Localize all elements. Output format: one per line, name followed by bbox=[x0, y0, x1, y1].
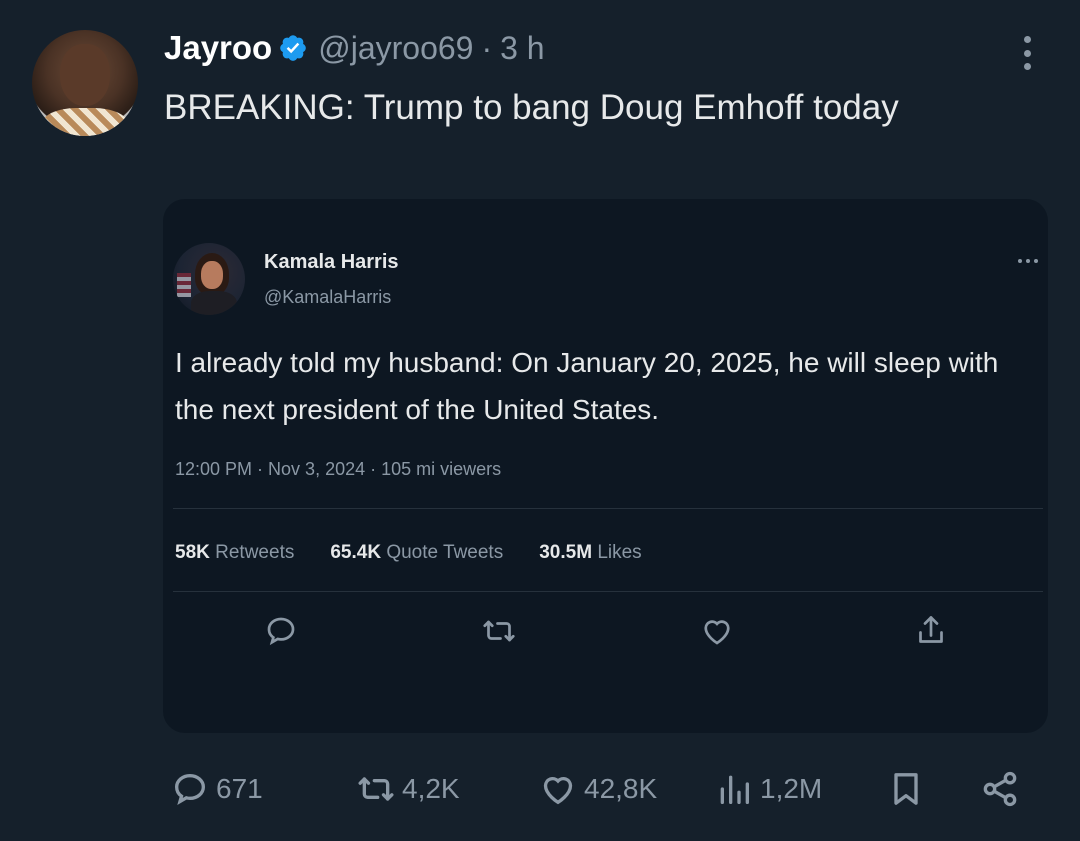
stat-value: 58K bbox=[175, 542, 210, 563]
more-dot bbox=[1026, 259, 1030, 263]
views-icon bbox=[720, 775, 749, 804]
repost-button[interactable]: 4,2K bbox=[356, 762, 460, 816]
more-dot bbox=[1034, 259, 1038, 263]
reply-count: 671 bbox=[216, 773, 263, 804]
reply-icon bbox=[267, 617, 295, 646]
quoted-avatar bbox=[173, 243, 245, 315]
avatar-face bbox=[201, 261, 223, 289]
stat-label: Retweets bbox=[215, 542, 295, 563]
more-options-icon[interactable] bbox=[1022, 36, 1032, 70]
flag-graphic bbox=[177, 273, 191, 297]
tweet-text: BREAKING: Trump to bang Doug Emhoff toda… bbox=[164, 88, 899, 127]
views-button[interactable]: 1,2M bbox=[714, 762, 822, 816]
share-icon bbox=[983, 771, 1017, 807]
reply-button[interactable]: 671 bbox=[170, 762, 263, 816]
divider bbox=[173, 591, 1043, 592]
quoted-meta: 12:00 PM · Nov 3, 2024 · 105 mi viewers bbox=[175, 459, 502, 479]
like-button[interactable]: 42,8K bbox=[538, 762, 657, 816]
repost-count: 4,2K bbox=[402, 773, 460, 804]
views-count: 1,2M bbox=[760, 773, 823, 804]
quoted-text: I already told my husband: On January 20… bbox=[175, 347, 999, 425]
stat-label: Likes bbox=[597, 542, 642, 563]
share-icon bbox=[919, 616, 943, 643]
tweet-actions: 671 4,2K 42,8K 1,2M bbox=[0, 762, 1080, 816]
quoted-stats: 58K Retweets 65.4K Quote Tweets 30.5M Li… bbox=[175, 542, 678, 564]
stat-label: Quote Tweets bbox=[386, 542, 504, 563]
tweet-timestamp[interactable]: 3 h bbox=[500, 30, 544, 67]
stat-value: 30.5M bbox=[539, 542, 593, 563]
avatar-shirt bbox=[42, 108, 128, 136]
author-handle[interactable]: @jayroo69 bbox=[318, 30, 473, 67]
more-dot bbox=[1023, 63, 1031, 70]
tweet-header: Jayroo @jayroo69 · 3 h bbox=[164, 28, 545, 68]
avatar-body bbox=[191, 291, 237, 315]
like-count: 42,8K bbox=[584, 773, 658, 804]
bookmark-icon bbox=[894, 773, 918, 805]
separator-dot: · bbox=[481, 29, 493, 66]
quoted-image[interactable]: Kamala Harris @KamalaHarris I already to… bbox=[163, 199, 1048, 733]
stat-value: 65.4K bbox=[330, 542, 382, 563]
quoted-quote-tweets-stat: 65.4K Quote Tweets bbox=[330, 542, 503, 564]
author-display-name[interactable]: Jayroo bbox=[164, 29, 272, 67]
author-avatar[interactable] bbox=[32, 30, 138, 136]
share-button[interactable] bbox=[980, 762, 1020, 816]
divider bbox=[173, 508, 1043, 509]
quoted-display-name: Kamala Harris bbox=[264, 251, 399, 273]
quoted-retweets-stat: 58K Retweets bbox=[175, 542, 294, 564]
retweet-icon bbox=[483, 620, 515, 642]
more-dot bbox=[1018, 259, 1022, 263]
repost-icon bbox=[358, 777, 394, 801]
like-icon bbox=[543, 776, 573, 805]
quoted-handle: @KamalaHarris bbox=[264, 287, 392, 307]
quoted-likes-stat: 30.5M Likes bbox=[539, 542, 641, 564]
more-dot bbox=[1023, 49, 1031, 57]
quoted-actions bbox=[163, 613, 1048, 653]
tweet[interactable]: Jayroo @jayroo69 · 3 h BREAKING: Trump t… bbox=[0, 0, 1080, 841]
quoted-more-icon bbox=[1018, 259, 1038, 263]
bookmark-button[interactable] bbox=[886, 762, 926, 816]
like-icon bbox=[704, 620, 730, 645]
reply-icon bbox=[174, 773, 206, 805]
more-dot bbox=[1023, 36, 1031, 43]
verified-badge-icon bbox=[280, 35, 307, 61]
avatar-face bbox=[60, 44, 110, 106]
